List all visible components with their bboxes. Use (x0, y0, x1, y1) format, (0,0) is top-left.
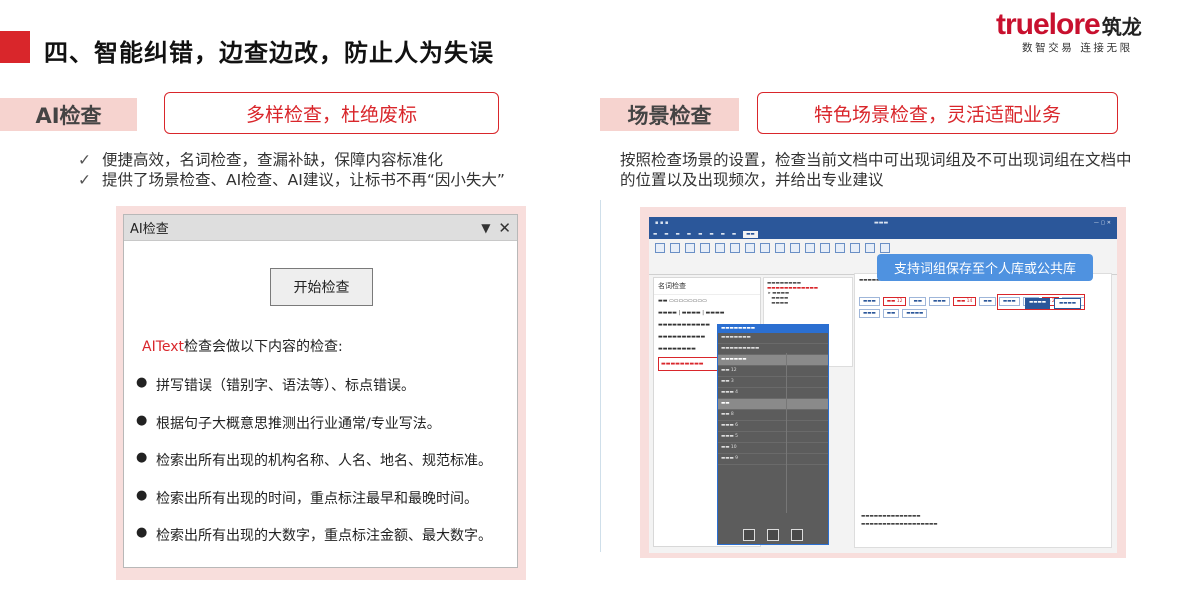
list-item: ● 检索出所有出现的时间，重点标注最早和最晚时间。 (136, 487, 478, 507)
ai-check-highlight: 多样检查，杜绝废标 (164, 92, 499, 134)
logo-cn: 筑龙 (1101, 15, 1142, 39)
word-titlebar: ▪ ▪ ▪ ▬▬▬ — ▢ ✕ (649, 217, 1117, 229)
list-item: ● 检索出所有出现的大数字，重点标注金额、最大数字。 (136, 525, 492, 544)
close-icon[interactable]: ✕ (498, 219, 511, 237)
noun-check-title: 名词检查 (654, 278, 760, 295)
arrow-down-icon[interactable] (791, 529, 803, 541)
list-item: ✓ 便捷高效，名词检查，查漏补缺，保障内容标准化 (78, 151, 444, 169)
panel-title: AI检查 (130, 222, 169, 237)
start-check-button[interactable]: 开始检查 (270, 268, 373, 306)
save-phrase-tooltip: 支持词组保存至个人库或公共库 (877, 254, 1093, 281)
ai-check-panel: AI检查 ▼ ✕ 开始检查 AIText检查会做以下内容的检查: ● 拼写错误（错… (123, 214, 518, 568)
ai-intro-text: AIText检查会做以下内容的检查: (142, 339, 343, 355)
scene-check-tag: 场景检查 (600, 98, 739, 131)
title-accent-block (0, 31, 30, 63)
word-tabs: ▬ ▬ ▬ ▬ ▬ ▬ ▬ ▬ ▬▬ (649, 229, 1117, 239)
list-item: ● 拼写错误（错别字、语法等）、标点错误。 (136, 375, 415, 394)
logo-tagline: 数智交易 连接无限 (1022, 42, 1133, 54)
list-item: ● 根据句子大概意思推测出行业通常/专业写法。 (136, 412, 441, 432)
ai-check-items: ● 拼写错误（错别字、语法等）、标点错误。 ● 根据句子大概意思推测出行业通常/专业… (136, 375, 492, 563)
scene-check-description: 按照检查场景的设置，检查当前文档中可出现词组及不可出现词组在文档中的位置以及出现… (620, 151, 1132, 189)
search-icon[interactable] (743, 529, 755, 541)
list-item: ✓ 提供了场景检查、AI检查、AI建议，让标书不再“因小失大” (78, 171, 505, 189)
company-logo: truelore 筑龙 数智交易 连接无限 (996, 8, 1172, 55)
scene-check-highlight: 特色场景检查，灵活适配业务 (757, 92, 1118, 134)
arrow-up-icon[interactable] (767, 529, 779, 541)
page-title: 四、智能纠错，边查边改，防止人为失误 (44, 39, 494, 67)
section-divider (600, 200, 601, 552)
scene-check-popup: ▬▬▬▬▬▬▬▬ ▬▬▬▬▬▬▬ ▬▬▬▬▬▬▬▬▬ ▬▬▬▬▬▬ ▬▬ 12 … (717, 324, 829, 545)
scene-result-pane: ▬▬▬▬▬▬▬▬ ▬▬▬▬ ▬▬▬▬ ▬▬▬ ▬▬ 12 ▬▬ ▬▬▬ ▬▬ 14 ▬▬ ▬▬… (854, 273, 1112, 548)
logo-brand: truelore (996, 8, 1101, 41)
ai-check-bullets: ✓ 便捷高效，名词检查，查漏补缺，保障内容标准化 ✓ 提供了场景检查、AI检查、AI… (78, 150, 505, 190)
panel-header: AI检查 ▼ ✕ (124, 215, 517, 241)
check-icon: ✓ (78, 171, 91, 189)
ai-check-tag: AI检查 (0, 98, 137, 131)
check-icon: ✓ (78, 151, 91, 169)
list-item: ● 检索出所有出现的机构名称、人名、地名、规范标准。 (136, 450, 492, 469)
dropdown-arrow-icon[interactable]: ▼ (481, 221, 490, 235)
